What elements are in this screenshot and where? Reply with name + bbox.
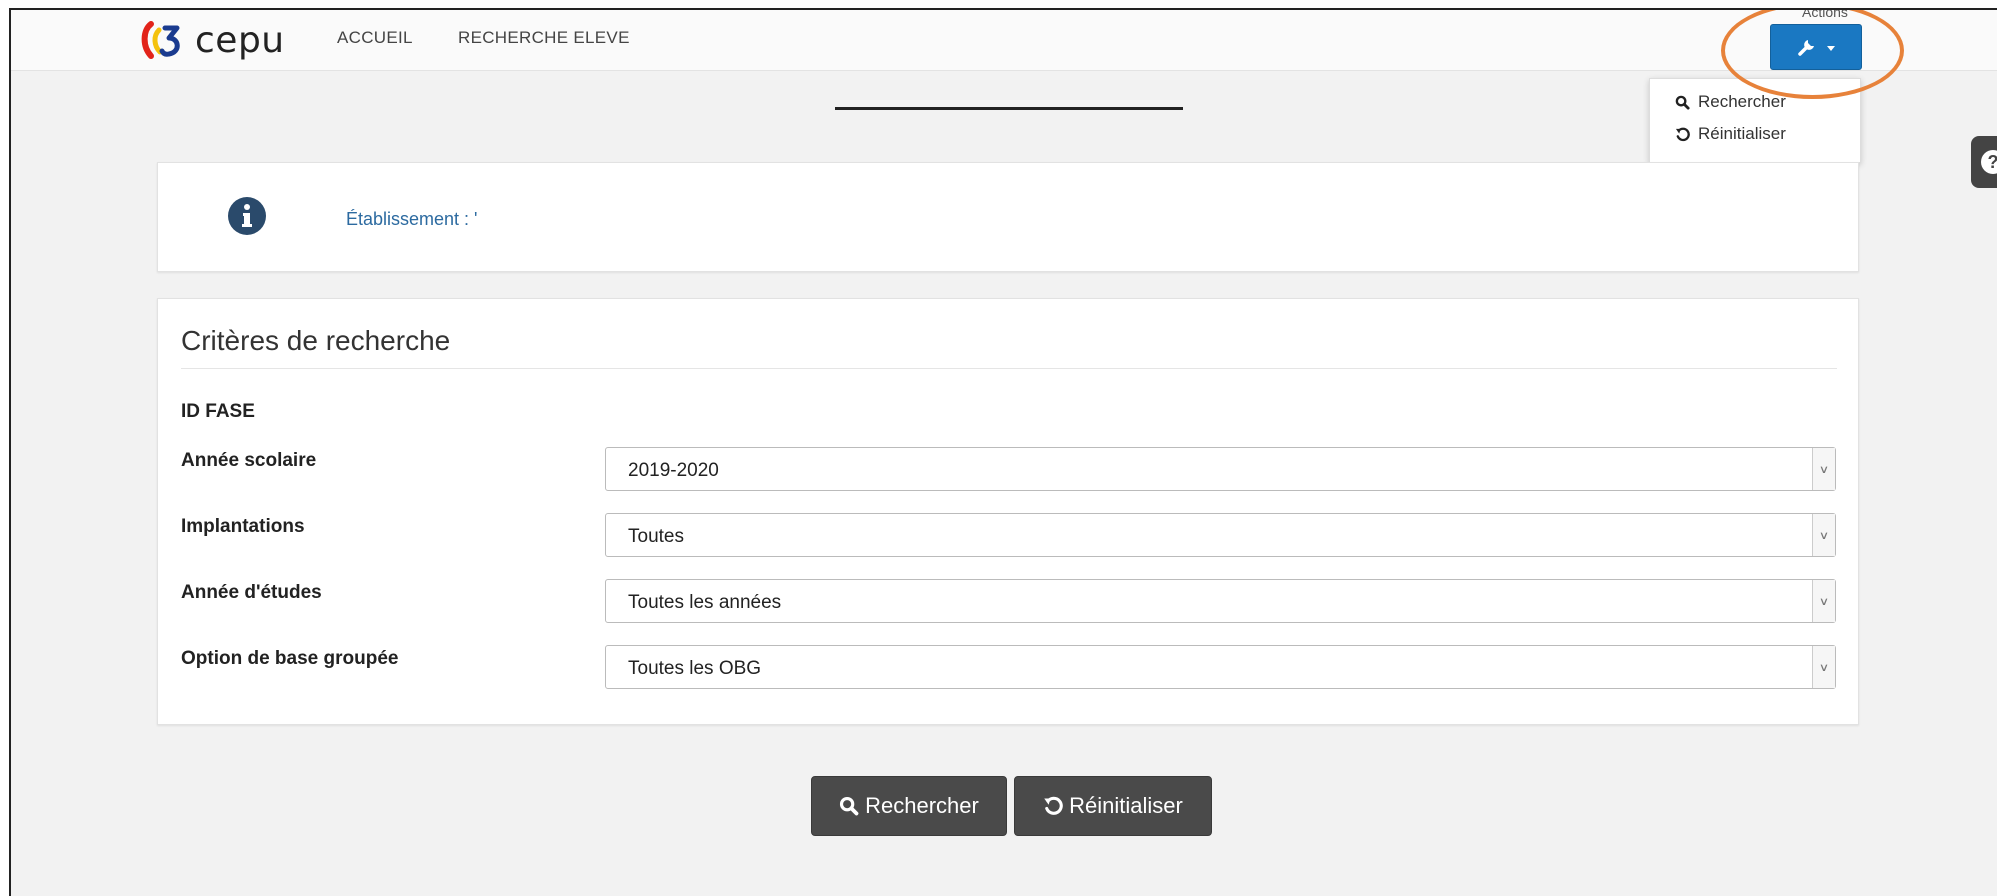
select-value: Toutes les OBG bbox=[628, 658, 762, 679]
search-icon bbox=[840, 796, 859, 816]
id-fase-label: ID FASE bbox=[181, 401, 255, 422]
search-criteria-panel: Critères de recherche ID FASE Année scol… bbox=[157, 298, 1859, 725]
question-icon: ? bbox=[1981, 150, 1997, 174]
info-icon bbox=[228, 197, 266, 235]
criteria-title: Critères de recherche bbox=[181, 325, 451, 356]
nav-recherche-eleve[interactable]: RECHERCHE ELEVE bbox=[458, 28, 630, 48]
annee-scolaire-label: Année scolaire bbox=[181, 450, 317, 471]
menu-item-label: Rechercher bbox=[1698, 92, 1786, 111]
etablissement-label: Établissement : ' bbox=[346, 209, 478, 229]
menu-item-reinitialiser[interactable]: Réinitialiser bbox=[1675, 124, 1786, 144]
info-panel: Établissement : ' bbox=[157, 162, 1859, 272]
implantations-select[interactable]: Toutes ∨ bbox=[605, 513, 1836, 557]
chevron-down-icon: ∨ bbox=[1812, 580, 1835, 622]
nav-accueil[interactable]: ACCUEIL bbox=[337, 28, 413, 48]
logo-icon bbox=[141, 21, 180, 59]
chevron-down-icon bbox=[1827, 45, 1835, 51]
logo-text: cepu bbox=[195, 19, 285, 61]
select-value: 2019-2020 bbox=[628, 460, 719, 481]
obg-select[interactable]: Toutes les OBG ∨ bbox=[605, 645, 1836, 689]
implantations-label: Implantations bbox=[181, 516, 305, 537]
page-title-underline bbox=[835, 107, 1183, 110]
select-value: Toutes les années bbox=[628, 592, 782, 613]
logo[interactable]: cepu bbox=[139, 18, 285, 62]
chevron-down-icon: ∨ bbox=[1812, 448, 1835, 490]
chevron-down-icon: ∨ bbox=[1812, 514, 1835, 556]
divider bbox=[181, 368, 1837, 369]
annee-etudes-select[interactable]: Toutes les années ∨ bbox=[605, 579, 1836, 623]
rechercher-button[interactable]: Rechercher bbox=[811, 776, 1007, 836]
menu-item-rechercher[interactable]: Rechercher bbox=[1675, 92, 1786, 112]
undo-icon bbox=[1044, 796, 1063, 815]
select-value: Toutes bbox=[628, 526, 684, 547]
actions-button[interactable] bbox=[1770, 24, 1862, 70]
help-tab[interactable]: ? bbox=[1971, 136, 1997, 188]
wrench-icon bbox=[1798, 40, 1814, 56]
actions-dropdown-menu: Rechercher Réinitialiser bbox=[1649, 78, 1861, 163]
button-label: Réinitialiser bbox=[1069, 793, 1183, 818]
undo-icon bbox=[1675, 127, 1690, 141]
search-icon bbox=[1675, 95, 1690, 110]
obg-label: Option de base groupée bbox=[181, 648, 399, 669]
reinitialiser-button[interactable]: Réinitialiser bbox=[1014, 776, 1212, 836]
button-label: Rechercher bbox=[865, 793, 979, 818]
chevron-down-icon: ∨ bbox=[1812, 646, 1835, 688]
actions-label: Actions bbox=[1802, 8, 1848, 20]
top-navbar: cepu ACCUEIL RECHERCHE ELEVE Actions bbox=[11, 10, 1997, 71]
app-frame: cepu ACCUEIL RECHERCHE ELEVE Actions Rec… bbox=[9, 8, 1997, 896]
annee-scolaire-select[interactable]: 2019-2020 ∨ bbox=[605, 447, 1836, 491]
menu-item-label: Réinitialiser bbox=[1698, 124, 1786, 143]
annee-etudes-label: Année d'études bbox=[181, 582, 322, 603]
